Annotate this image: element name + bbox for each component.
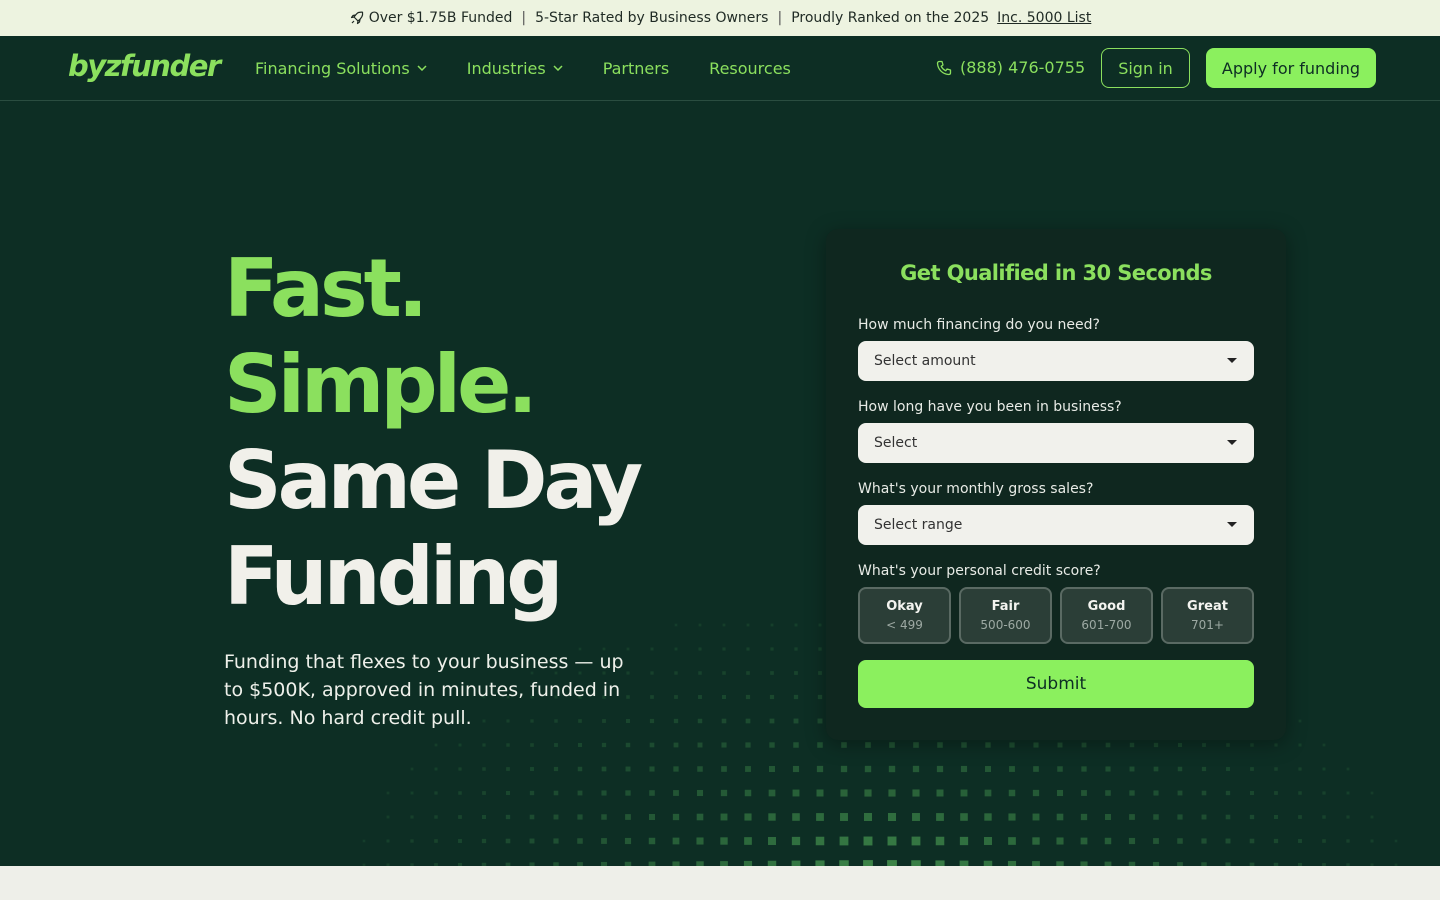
financing-amount-label: How much financing do you need? — [858, 317, 1100, 333]
caret-down-icon — [1227, 522, 1237, 527]
submit-button[interactable]: Submit — [858, 660, 1254, 708]
nav-item-partners[interactable]: Partners — [603, 59, 669, 78]
inc5000-link[interactable]: Inc. 5000 List — [997, 10, 1091, 26]
credit-option-range: 701+ — [1191, 618, 1224, 632]
financing-amount-select[interactable]: Select amount — [858, 341, 1254, 381]
headline-line-same-day: Same Day — [224, 434, 643, 527]
form-title: Get Qualified in 30 Seconds — [900, 261, 1212, 285]
select-value: Select — [874, 435, 918, 451]
phone-icon — [936, 60, 952, 75]
credit-option-title: Fair — [991, 599, 1020, 614]
credit-option-great[interactable]: Great 701+ — [1161, 587, 1254, 644]
funded-text: Over $1.75B Funded — [368, 10, 513, 26]
main-nav: byzfunder Financing Solutions Industries… — [0, 36, 1440, 101]
credit-option-title: Great — [1187, 599, 1228, 614]
credit-option-fair[interactable]: Fair 500-600 — [959, 587, 1052, 644]
credit-score-options: Okay < 499 Fair 500-600 Good 601-700 Gre… — [858, 587, 1254, 644]
time-in-business-select[interactable]: Select — [858, 423, 1254, 463]
sign-in-button[interactable]: Sign in — [1101, 48, 1190, 88]
nav-item-industries[interactable]: Industries — [467, 59, 563, 78]
monthly-sales-label: What's your monthly gross sales? — [858, 481, 1094, 497]
credit-option-title: Okay — [886, 599, 923, 614]
separator: | — [521, 10, 527, 26]
credit-option-good[interactable]: Good 601-700 — [1060, 587, 1153, 644]
select-value: Select range — [874, 517, 963, 533]
select-value: Select amount — [874, 353, 976, 369]
rocket-icon — [350, 11, 363, 25]
next-section-edge — [0, 866, 1440, 900]
chevron-down-icon — [553, 65, 563, 71]
hero-headline: Fast. Simple. Same Day Funding — [224, 241, 643, 625]
nav-item-financing-solutions[interactable]: Financing Solutions — [255, 59, 427, 78]
nav-item-label: Industries — [466, 58, 546, 78]
headline-line-funding: Funding — [224, 530, 563, 623]
headline-line-simple: Simple. — [224, 338, 538, 431]
phone-link[interactable]: (888) 476-0755 — [936, 58, 1085, 77]
monthly-sales-select[interactable]: Select range — [858, 505, 1254, 545]
caret-down-icon — [1227, 440, 1237, 445]
nav-item-resources[interactable]: Resources — [709, 59, 791, 78]
rated-text: 5-Star Rated by Business Owners — [535, 10, 769, 26]
byzfunder-logo[interactable]: byzfunder — [68, 49, 221, 83]
nav-item-label: Partners — [602, 58, 670, 78]
announcement-bar: Over $1.75B Funded | 5-Star Rated by Bus… — [0, 0, 1440, 36]
caret-down-icon — [1227, 358, 1237, 363]
hero-subtext: Funding that flexes to your business — u… — [224, 651, 624, 729]
hero-section: Fast. Simple. Same Day Funding Funding t… — [0, 101, 1440, 866]
credit-option-range: < 499 — [886, 618, 923, 632]
nav-item-label: Resources — [709, 58, 791, 78]
separator: | — [777, 10, 783, 26]
credit-option-range: 500-600 — [980, 618, 1031, 632]
apply-for-funding-button[interactable]: Apply for funding — [1206, 48, 1376, 88]
headline-line-fast: Fast. — [224, 242, 428, 335]
chevron-down-icon — [417, 65, 427, 71]
credit-option-range: 601-700 — [1081, 618, 1132, 632]
qualification-form: Get Qualified in 30 Seconds How much fin… — [826, 229, 1286, 740]
credit-score-label: What's your personal credit score? — [858, 563, 1101, 579]
credit-option-okay[interactable]: Okay < 499 — [858, 587, 951, 644]
ranked-text: Proudly Ranked on the 2025 — [791, 10, 990, 26]
nav-menu: Financing Solutions Industries Partners … — [255, 36, 831, 100]
phone-number: (888) 476-0755 — [960, 58, 1086, 77]
time-in-business-label: How long have you been in business? — [858, 399, 1122, 415]
credit-option-title: Good — [1087, 599, 1126, 614]
nav-item-label: Financing Solutions — [255, 58, 410, 78]
